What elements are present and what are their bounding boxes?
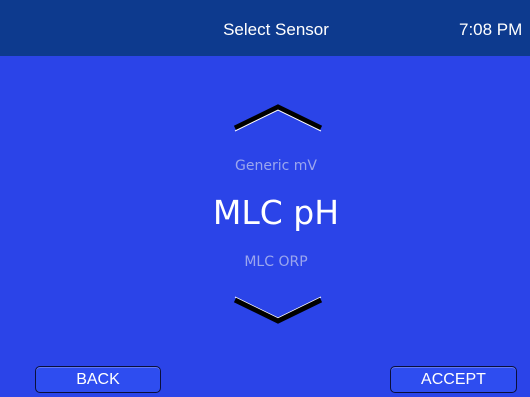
chevron-up-icon[interactable]: [233, 104, 323, 134]
clock: 7:08 PM: [459, 20, 523, 39]
accept-button[interactable]: ACCEPT: [390, 366, 517, 393]
sensor-select-screen: Select Sensor 7:08 PM Generic mV MLC pH …: [0, 0, 530, 397]
back-button[interactable]: BACK: [35, 366, 161, 393]
next-sensor-option[interactable]: MLC ORP: [0, 253, 530, 271]
selected-sensor-option[interactable]: MLC pH: [0, 193, 530, 233]
page-title: Select Sensor: [223, 20, 329, 39]
chevron-down-icon[interactable]: [233, 296, 323, 326]
header-bar: Select Sensor 7:08 PM: [0, 0, 530, 56]
previous-sensor-option[interactable]: Generic mV: [0, 157, 530, 175]
